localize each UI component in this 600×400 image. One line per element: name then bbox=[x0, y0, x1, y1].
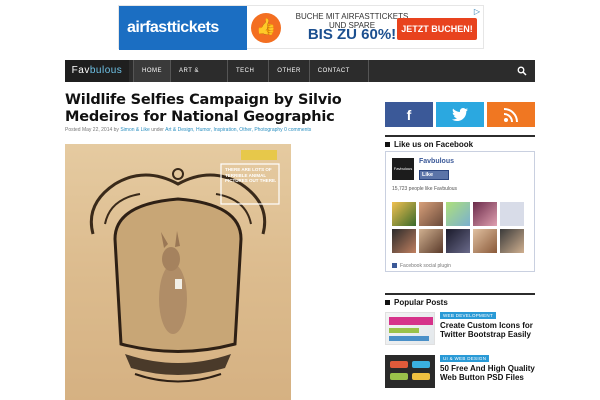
page: airfasttickets 👍 BUCHE MIT AIRFASTTICKET… bbox=[0, 0, 600, 400]
site-logo[interactable]: Favbulous bbox=[65, 60, 129, 82]
meta-categories-link[interactable]: Art & Design, Humor, Inspiration, Other,… bbox=[165, 127, 283, 133]
facebook-button[interactable]: f bbox=[385, 102, 433, 127]
fb-face[interactable] bbox=[473, 202, 497, 226]
fb-face[interactable] bbox=[500, 202, 524, 226]
facebook-small-icon bbox=[392, 263, 397, 269]
post-title[interactable]: 50 Free And High Quality Web Button PSD … bbox=[440, 364, 535, 382]
facebook-heading-text: Like us on Facebook bbox=[394, 140, 474, 149]
article-meta: Posted May 22, 2014 by Simon & Like unde… bbox=[65, 127, 365, 133]
fb-page-thumbnail[interactable]: Favbulous bbox=[392, 158, 414, 180]
fb-page-name[interactable]: Favbulous bbox=[419, 158, 454, 165]
fb-face[interactable] bbox=[446, 202, 470, 226]
post-thumb-art bbox=[389, 328, 419, 333]
fb-plugin-text: Facebook social plugin bbox=[400, 263, 451, 269]
fb-like-button[interactable]: Like bbox=[419, 170, 449, 180]
post-thumb-art bbox=[389, 317, 433, 325]
post-thumb-art bbox=[412, 373, 430, 380]
ad-cta-button[interactable]: JETZT BUCHEN! bbox=[397, 18, 477, 40]
popular-heading-text: Popular Posts bbox=[394, 298, 448, 307]
fb-face[interactable] bbox=[392, 202, 416, 226]
fb-face[interactable] bbox=[500, 229, 524, 253]
fb-faces-grid bbox=[392, 202, 530, 253]
post-thumb-art bbox=[412, 361, 430, 368]
facebook-section-heading: Like us on Facebook bbox=[385, 135, 535, 149]
search-icon[interactable] bbox=[517, 66, 527, 76]
fb-face[interactable] bbox=[392, 229, 416, 253]
post-thumb-art bbox=[389, 336, 429, 341]
post-category-badge[interactable]: UI & WEB DESIGN bbox=[440, 355, 490, 362]
main-nav: Favbulous HOME ART & TECH OTHER CONTACT bbox=[65, 60, 535, 82]
fb-face[interactable] bbox=[419, 229, 443, 253]
nav-item-other[interactable]: OTHER bbox=[268, 60, 309, 82]
meta-comments-link[interactable]: 0 comments bbox=[284, 127, 311, 133]
heading-square-icon bbox=[385, 142, 390, 148]
popular-posts-heading: Popular Posts bbox=[385, 293, 535, 307]
fb-like-label: Like bbox=[422, 172, 434, 178]
rss-button[interactable] bbox=[487, 102, 535, 127]
popular-post-item[interactable]: UI & WEB DESIGN 50 Free And High Quality… bbox=[385, 355, 535, 390]
fb-face[interactable] bbox=[419, 202, 443, 226]
nav-menu: HOME ART & TECH OTHER CONTACT bbox=[133, 60, 369, 82]
popular-post-item[interactable]: WEB DEVELOPMENT Create Custom Icons for … bbox=[385, 312, 535, 347]
thumbs-up-icon: 👍 bbox=[251, 13, 281, 43]
post-thumbnail[interactable] bbox=[385, 355, 435, 388]
post-thumb-art bbox=[390, 361, 408, 368]
meta-date: Posted May 22, 2014 by bbox=[65, 127, 119, 133]
meta-under: under bbox=[151, 127, 164, 133]
heading-square-icon bbox=[385, 300, 390, 306]
logo-part-b: bulous bbox=[89, 65, 123, 76]
nav-item-art[interactable]: ART & bbox=[170, 60, 227, 82]
fb-like-count: 15,723 people like Favbulous bbox=[392, 186, 458, 192]
nav-item-contact[interactable]: CONTACT bbox=[308, 60, 369, 82]
post-category-badge[interactable]: WEB DEVELOPMENT bbox=[440, 312, 497, 319]
hero-caption: THERE ARE LOTS OF TERRIBLE ANIMAL PICTUR… bbox=[225, 167, 277, 183]
post-thumbnail[interactable] bbox=[385, 312, 435, 345]
nav-item-home[interactable]: HOME bbox=[133, 60, 170, 82]
article-title[interactable]: Wildlife Selfies Campaign by Silvio Mede… bbox=[65, 92, 365, 126]
ad-brand-panel: airfasttickets bbox=[119, 6, 247, 50]
twitter-bird-icon bbox=[452, 108, 468, 121]
twitter-button[interactable] bbox=[436, 102, 484, 127]
fb-face[interactable] bbox=[473, 229, 497, 253]
facebook-like-box: Favbulous Favbulous Like 15,723 people l… bbox=[385, 151, 535, 272]
facebook-icon: f bbox=[406, 106, 412, 123]
article-hero-image: THERE ARE LOTS OF TERRIBLE ANIMAL PICTUR… bbox=[65, 144, 291, 400]
social-buttons: f bbox=[385, 102, 535, 127]
post-thumb-art bbox=[390, 373, 408, 380]
logo-part-a: Fav bbox=[71, 65, 90, 76]
post-title[interactable]: Create Custom Icons for Twitter Bootstra… bbox=[440, 321, 535, 339]
fb-social-plugin-label: Facebook social plugin bbox=[392, 263, 451, 269]
ad-choices-icon[interactable]: ▷ bbox=[474, 7, 480, 16]
ad-brand-logo: airfasttickets bbox=[127, 19, 219, 36]
ad-banner[interactable]: airfasttickets 👍 BUCHE MIT AIRFASTTICKET… bbox=[118, 5, 484, 50]
rss-icon bbox=[504, 107, 518, 122]
nav-item-tech[interactable]: TECH bbox=[226, 60, 268, 82]
fb-face[interactable] bbox=[446, 229, 470, 253]
meta-author-link[interactable]: Simon & Like bbox=[120, 127, 149, 133]
